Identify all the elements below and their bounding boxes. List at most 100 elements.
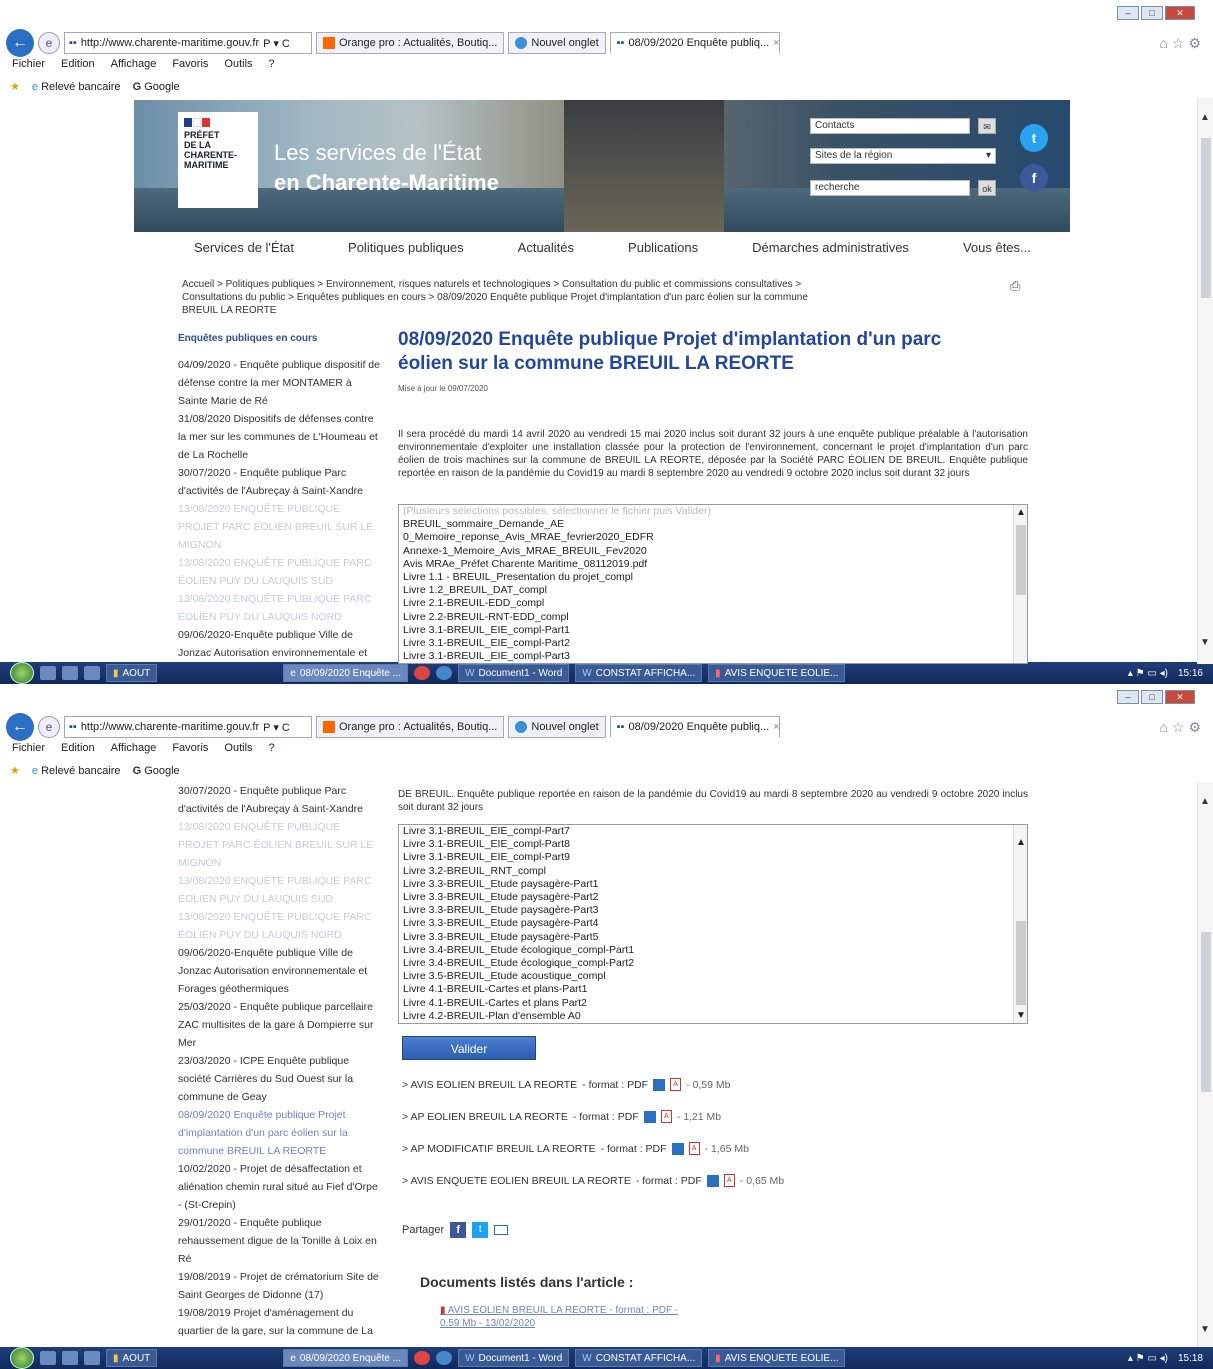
page-scrollbar[interactable]: ▲ ▼ [1197, 782, 1213, 1347]
menu-help[interactable]: ? [269, 742, 275, 754]
valider-button[interactable]: Valider [402, 1036, 536, 1060]
quicklaunch-icon[interactable] [84, 666, 100, 680]
tab-close-icon[interactable]: × [773, 721, 779, 733]
listbox-option[interactable]: Annexe-1_Memoire_Avis_MRAE_BREUIL_Fev202… [399, 545, 1027, 558]
mail-icon[interactable]: ✉ [978, 118, 996, 134]
download-link[interactable]: > AP MODIFICATIF BREUIL LA REORTE [402, 1143, 596, 1155]
quicklaunch-icon[interactable] [40, 666, 56, 680]
taskbar-avis[interactable]: ▮ AVIS ENQUETE EOLIE... [708, 1349, 846, 1367]
scroll-up-icon[interactable]: ▲ [1016, 837, 1026, 848]
menu-help[interactable]: ? [269, 58, 275, 70]
listbox-scrollbar[interactable]: ▲ [1013, 505, 1027, 663]
minimize-button[interactable]: – [1117, 6, 1139, 20]
sidebar-link[interactable]: 09/06/2020-Enquête publique Ville de Jon… [178, 944, 384, 998]
sidebar-link[interactable]: 30/07/2020 - Enquête publique Parc d'act… [178, 464, 384, 500]
scroll-up-icon[interactable]: ▲ [1200, 796, 1210, 807]
pdf-icon[interactable]: A [723, 1174, 735, 1187]
facebook-icon[interactable]: f [1020, 164, 1048, 192]
sidebar-link[interactable]: 13/08/2020 ENQUÊTE PUBLIQUE PROJET PARC … [178, 500, 384, 554]
fav-google[interactable]: G Google [133, 81, 180, 93]
browser-icon[interactable] [436, 1351, 453, 1365]
listbox-option[interactable]: Livre 3.3-BREUIL_Etude paysagère-Part5 [399, 931, 1027, 944]
listbox-option[interactable]: Livre 3.3-BREUIL_Etude paysagère-Part4 [399, 917, 1027, 930]
sidebar-link[interactable]: 23/03/2020 - ICPE Enquête publique socié… [178, 1052, 384, 1106]
menu-favoris[interactable]: Favoris [172, 58, 208, 70]
chrome-icon[interactable] [414, 666, 431, 680]
nav-services[interactable]: Services de l'État [194, 240, 294, 255]
taskbar-ie[interactable]: e 08/09/2020 Enquête ... [283, 1349, 409, 1367]
sidebar-link[interactable]: 13/08/2020 ENQUÊTE PUBLIQUE PROJET PARC … [178, 818, 384, 872]
print-icon[interactable]: ⎙ [1010, 278, 1020, 294]
pdf-icon[interactable]: A [688, 1142, 700, 1155]
site-title[interactable]: Les services de l'État en Charente-Marit… [274, 138, 499, 198]
download-link[interactable]: > AP EOLIEN BREUIL LA REORTE [402, 1111, 568, 1123]
document-link[interactable]: ▮ AVIS EOLIEN BREUIL LA REORTE - format … [440, 1304, 700, 1330]
listbox-option[interactable]: Livre 3.1-BREUIL_EIE_compl-Part9 [399, 851, 1027, 864]
taskbar-constat[interactable]: W CONSTAT AFFICHA... [575, 1349, 703, 1367]
minimize-button[interactable]: – [1117, 690, 1139, 704]
save-icon[interactable] [671, 1142, 684, 1155]
menu-fichier[interactable]: Fichier [12, 58, 45, 70]
prefet-logo[interactable]: PRÉFET DE LA CHARENTE- MARITIME [178, 112, 258, 208]
save-icon[interactable] [643, 1110, 656, 1123]
sidebar-link[interactable]: 13/08/2020 ENQUÊTE PUBLIQUE PARC ÉOLIEN … [178, 908, 384, 944]
listbox-option[interactable]: Livre 3.1-BREUIL_EIE_compl-Part1 [399, 624, 1027, 637]
browser-icon[interactable] [436, 666, 453, 680]
listbox-option[interactable]: Livre 4.1-BREUIL-Cartes et plans Part2 [399, 997, 1027, 1010]
menu-outils[interactable]: Outils [224, 742, 252, 754]
download-link[interactable]: > AVIS EOLIEN BREUIL LA REORTE [402, 1079, 577, 1091]
menu-outils[interactable]: Outils [224, 58, 252, 70]
sidebar-link[interactable]: 10/02/2020 - Projet de désaffectation et… [178, 1160, 384, 1214]
listbox-option[interactable]: Livre 3.3-BREUIL_Etude paysagère-Part2 [399, 891, 1027, 904]
back-arrow-icon[interactable]: ← [6, 713, 34, 741]
sidebar-link[interactable]: 30/07/2020 - Enquête publique Parc d'act… [178, 782, 384, 818]
sidebar-link[interactable]: 04/09/2020 - Enquête publique dispositif… [178, 356, 384, 410]
mail-share-icon[interactable] [494, 1225, 509, 1235]
tab-orange[interactable]: Orange pro : Actualités, Boutiq... [316, 716, 505, 738]
listbox-option[interactable]: Livre 2.2-BREUIL-RNT-EDD_compl [399, 611, 1027, 624]
close-button[interactable]: ✕ [1165, 690, 1195, 704]
scroll-down-icon[interactable]: ▼ [1016, 1010, 1026, 1021]
quicklaunch-icon[interactable] [62, 666, 78, 680]
start-button[interactable] [10, 662, 34, 684]
listbox-option[interactable]: Livre 3.1-BREUIL_EIE_compl-Part8 [399, 838, 1027, 851]
sidebar-link[interactable]: 13/08/2020 ENQUÊTE PUBLIQUE PARC ÉOLIEN … [178, 872, 384, 908]
taskbar-ie[interactable]: e 08/09/2020 Enquête ... [283, 664, 409, 682]
save-icon[interactable] [706, 1174, 719, 1187]
search-input[interactable]: recherche [810, 180, 970, 196]
favorites-star-icon[interactable]: ★ [10, 80, 20, 93]
close-button[interactable]: ✕ [1165, 6, 1195, 20]
favorites-star-icon[interactable]: ★ [10, 764, 20, 777]
listbox-option[interactable]: Livre 3.3-BREUIL_Etude paysagère-Part1 [399, 878, 1027, 891]
breadcrumb[interactable]: Accueil > Politiques publiques > Environ… [182, 278, 842, 317]
listbox-option[interactable]: Livre 3.4-BREUIL_Etude écologique_compl-… [399, 944, 1027, 957]
listbox-option[interactable]: BREUIL_sommaire_Demande_AE [399, 518, 1027, 531]
region-select[interactable]: Sites de la région ▾ [810, 148, 996, 164]
chrome-icon[interactable] [414, 1351, 431, 1365]
listbox-option[interactable]: Livre 3.1-BREUIL_EIE_compl-Part2 [399, 637, 1027, 650]
scroll-down-icon[interactable]: ▼ [1200, 637, 1210, 648]
home-star-gear-icons[interactable]: ⌂☆⚙ [1159, 35, 1205, 52]
taskbar-constat[interactable]: W CONSTAT AFFICHA... [575, 664, 703, 682]
menu-affichage[interactable]: Affichage [111, 58, 157, 70]
fav-releve[interactable]: e Relevé bancaire [32, 765, 121, 777]
scroll-up-icon[interactable]: ▲ [1200, 112, 1210, 123]
sidebar-link[interactable]: 25/03/2020 - Enquête publique parcellair… [178, 998, 384, 1052]
scroll-up-icon[interactable]: ▲ [1016, 507, 1026, 518]
nav-actualites[interactable]: Actualités [518, 240, 574, 255]
listbox-option[interactable]: Avis MRAe_Préfet Charente Maritime_08112… [399, 558, 1027, 571]
listbox-option[interactable]: 0_Memoire_reponse_Avis_MRAE_fevrier2020_… [399, 531, 1027, 544]
back-arrow-icon[interactable]: ← [6, 29, 34, 57]
document-listbox[interactable]: Livre 3.1-BREUIL_EIE_compl-Part7 Livre 3.… [398, 824, 1028, 1024]
listbox-option[interactable]: Livre 3.1-BREUIL_EIE_compl-Part7 [399, 825, 1027, 838]
menu-affichage[interactable]: Affichage [111, 742, 157, 754]
ie-logo-icon[interactable]: e [38, 32, 60, 54]
url-input[interactable]: ▪▪ http://www.charente-maritime.gouv.fr … [64, 32, 312, 54]
taskbar-avis[interactable]: ▮ AVIS ENQUETE EOLIE... [708, 664, 846, 682]
listbox-option[interactable]: Livre 3.4-BREUIL_Etude écologique_compl-… [399, 957, 1027, 970]
nav-politiques[interactable]: Politiques publiques [348, 240, 464, 255]
page-scrollbar[interactable]: ▲ ▼ [1197, 98, 1213, 664]
sidebar-link[interactable]: 08/09/2020 Enquête publique Projet d'imp… [178, 1106, 384, 1160]
menu-favoris[interactable]: Favoris [172, 742, 208, 754]
ie-logo-icon[interactable]: e [38, 716, 60, 738]
